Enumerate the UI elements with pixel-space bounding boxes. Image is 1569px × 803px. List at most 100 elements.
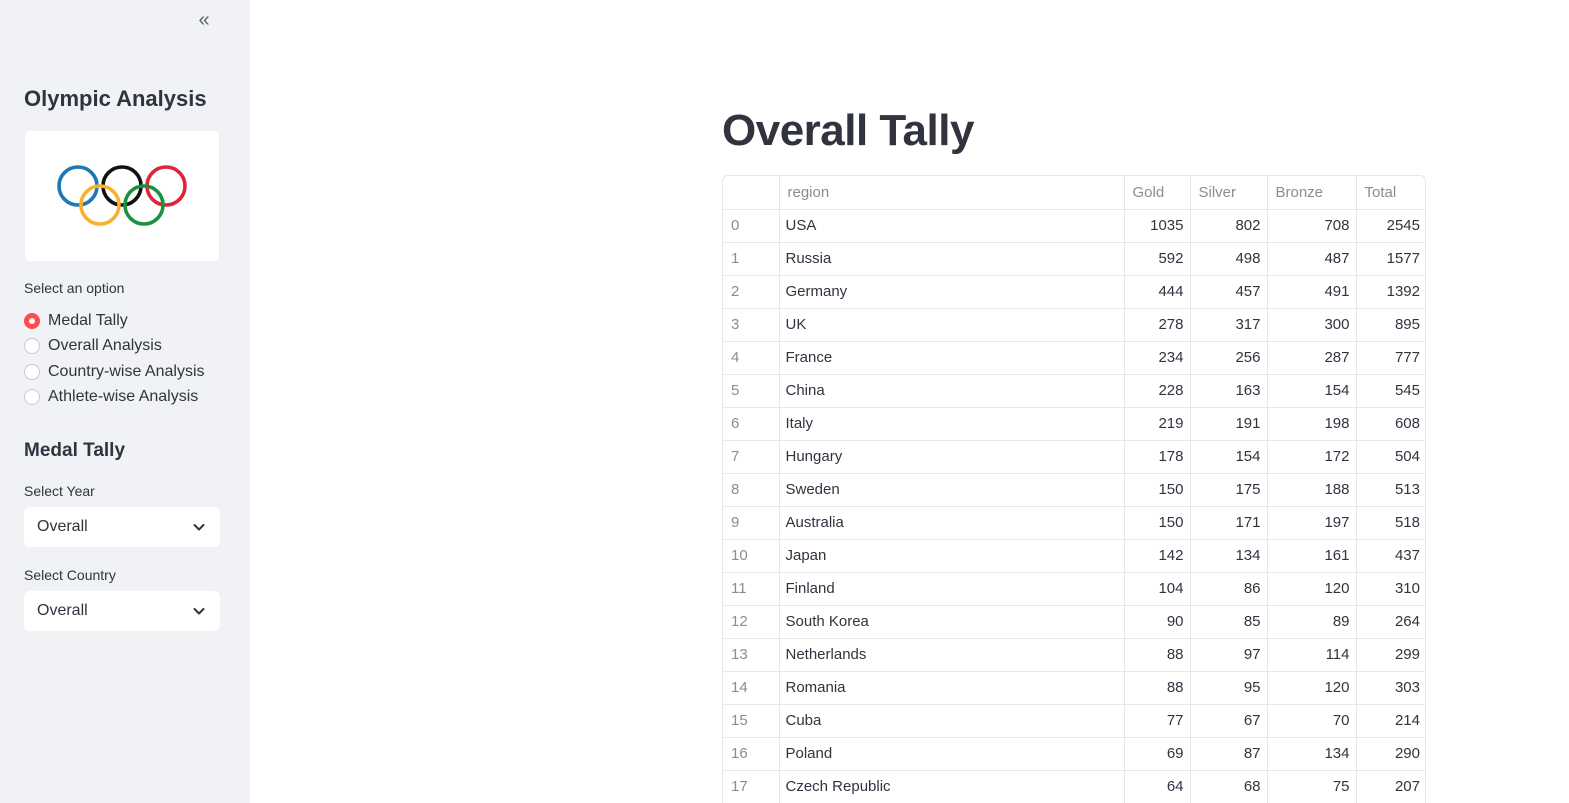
cell-gold[interactable]: 592 xyxy=(1124,242,1191,276)
cell-total[interactable]: 518 xyxy=(1356,506,1425,540)
cell-gold[interactable]: 142 xyxy=(1124,539,1191,573)
cell-total[interactable]: 895 xyxy=(1356,308,1425,342)
radio-country-wise-analysis[interactable]: Country-wise Analysis xyxy=(24,359,205,385)
cell-silver[interactable]: 87 xyxy=(1190,737,1268,771)
cell-gold[interactable]: 88 xyxy=(1124,638,1191,672)
cell-bronze[interactable]: 287 xyxy=(1267,341,1357,375)
cell-silver[interactable]: 68 xyxy=(1190,770,1268,803)
cell-index[interactable]: 7 xyxy=(723,440,780,474)
cell-bronze[interactable]: 197 xyxy=(1267,506,1357,540)
cell-silver[interactable]: 317 xyxy=(1190,308,1268,342)
column-header-total[interactable]: Total xyxy=(1356,176,1425,210)
table-row[interactable]: 10 Japan 142 134 161 437 xyxy=(723,539,1425,573)
select-year-dropdown[interactable]: Overall xyxy=(24,507,220,547)
collapse-sidebar-button[interactable]: « xyxy=(190,8,218,32)
cell-bronze[interactable]: 89 xyxy=(1267,605,1357,639)
table-row[interactable]: 11 Finland 104 86 120 310 xyxy=(723,572,1425,606)
cell-bronze[interactable]: 198 xyxy=(1267,407,1357,441)
cell-region[interactable]: France xyxy=(779,341,1125,375)
cell-region[interactable]: USA xyxy=(779,209,1125,243)
cell-region[interactable]: China xyxy=(779,374,1125,408)
table-row[interactable]: 13 Netherlands 88 97 114 299 xyxy=(723,638,1425,672)
cell-region[interactable]: UK xyxy=(779,308,1125,342)
table-row[interactable]: 6 Italy 219 191 198 608 xyxy=(723,407,1425,441)
table-row[interactable]: 1 Russia 592 498 487 1577 xyxy=(723,242,1425,276)
cell-region[interactable]: Cuba xyxy=(779,704,1125,738)
cell-index[interactable]: 1 xyxy=(723,242,780,276)
cell-region[interactable]: Italy xyxy=(779,407,1125,441)
table-row[interactable]: 16 Poland 69 87 134 290 xyxy=(723,737,1425,771)
cell-index[interactable]: 16 xyxy=(723,737,780,771)
cell-bronze[interactable]: 134 xyxy=(1267,737,1357,771)
cell-region[interactable]: Japan xyxy=(779,539,1125,573)
table-row[interactable]: 14 Romania 88 95 120 303 xyxy=(723,671,1425,705)
cell-total[interactable]: 545 xyxy=(1356,374,1425,408)
cell-silver[interactable]: 457 xyxy=(1190,275,1268,309)
cell-silver[interactable]: 86 xyxy=(1190,572,1268,606)
cell-index[interactable]: 6 xyxy=(723,407,780,441)
cell-bronze[interactable]: 172 xyxy=(1267,440,1357,474)
table-row[interactable]: 5 China 228 163 154 545 xyxy=(723,374,1425,408)
cell-index[interactable]: 13 xyxy=(723,638,780,672)
cell-gold[interactable]: 219 xyxy=(1124,407,1191,441)
cell-gold[interactable]: 150 xyxy=(1124,473,1191,507)
cell-index[interactable]: 15 xyxy=(723,704,780,738)
cell-bronze[interactable]: 487 xyxy=(1267,242,1357,276)
cell-region[interactable]: Finland xyxy=(779,572,1125,606)
cell-bronze[interactable]: 161 xyxy=(1267,539,1357,573)
cell-bronze[interactable]: 120 xyxy=(1267,572,1357,606)
table-row[interactable]: 15 Cuba 77 67 70 214 xyxy=(723,704,1425,738)
cell-bronze[interactable]: 708 xyxy=(1267,209,1357,243)
cell-silver[interactable]: 85 xyxy=(1190,605,1268,639)
cell-gold[interactable]: 77 xyxy=(1124,704,1191,738)
cell-silver[interactable]: 498 xyxy=(1190,242,1268,276)
cell-bronze[interactable]: 70 xyxy=(1267,704,1357,738)
cell-gold[interactable]: 69 xyxy=(1124,737,1191,771)
cell-silver[interactable]: 256 xyxy=(1190,341,1268,375)
cell-gold[interactable]: 104 xyxy=(1124,572,1191,606)
cell-region[interactable]: Netherlands xyxy=(779,638,1125,672)
cell-index[interactable]: 0 xyxy=(723,209,780,243)
cell-bronze[interactable]: 114 xyxy=(1267,638,1357,672)
cell-bronze[interactable]: 491 xyxy=(1267,275,1357,309)
cell-index[interactable]: 8 xyxy=(723,473,780,507)
cell-total[interactable]: 1392 xyxy=(1356,275,1425,309)
cell-silver[interactable]: 67 xyxy=(1190,704,1268,738)
cell-gold[interactable]: 90 xyxy=(1124,605,1191,639)
cell-index[interactable]: 12 xyxy=(723,605,780,639)
cell-region[interactable]: Poland xyxy=(779,737,1125,771)
cell-silver[interactable]: 802 xyxy=(1190,209,1268,243)
cell-total[interactable]: 299 xyxy=(1356,638,1425,672)
cell-bronze[interactable]: 120 xyxy=(1267,671,1357,705)
cell-index[interactable]: 3 xyxy=(723,308,780,342)
cell-silver[interactable]: 163 xyxy=(1190,374,1268,408)
column-header-silver[interactable]: Silver xyxy=(1190,176,1268,210)
cell-total[interactable]: 504 xyxy=(1356,440,1425,474)
cell-index[interactable]: 17 xyxy=(723,770,780,803)
cell-total[interactable]: 437 xyxy=(1356,539,1425,573)
radio-medal-tally[interactable]: Medal Tally xyxy=(24,308,205,334)
table-row[interactable]: 3 UK 278 317 300 895 xyxy=(723,308,1425,342)
cell-bronze[interactable]: 154 xyxy=(1267,374,1357,408)
column-header-region[interactable]: region xyxy=(779,176,1125,210)
cell-total[interactable]: 2545 xyxy=(1356,209,1425,243)
cell-silver[interactable]: 97 xyxy=(1190,638,1268,672)
cell-bronze[interactable]: 188 xyxy=(1267,473,1357,507)
cell-gold[interactable]: 88 xyxy=(1124,671,1191,705)
column-header-bronze[interactable]: Bronze xyxy=(1267,176,1357,210)
cell-total[interactable]: 513 xyxy=(1356,473,1425,507)
cell-index[interactable]: 10 xyxy=(723,539,780,573)
cell-index[interactable]: 5 xyxy=(723,374,780,408)
cell-region[interactable]: Russia xyxy=(779,242,1125,276)
cell-total[interactable]: 207 xyxy=(1356,770,1425,803)
cell-gold[interactable]: 1035 xyxy=(1124,209,1191,243)
column-header-index[interactable] xyxy=(723,176,780,210)
table-row[interactable]: 12 South Korea 90 85 89 264 xyxy=(723,605,1425,639)
radio-overall-analysis[interactable]: Overall Analysis xyxy=(24,334,205,360)
cell-bronze[interactable]: 75 xyxy=(1267,770,1357,803)
cell-total[interactable]: 1577 xyxy=(1356,242,1425,276)
cell-total[interactable]: 608 xyxy=(1356,407,1425,441)
cell-region[interactable]: Romania xyxy=(779,671,1125,705)
table-row[interactable]: 9 Australia 150 171 197 518 xyxy=(723,506,1425,540)
table-row[interactable]: 8 Sweden 150 175 188 513 xyxy=(723,473,1425,507)
